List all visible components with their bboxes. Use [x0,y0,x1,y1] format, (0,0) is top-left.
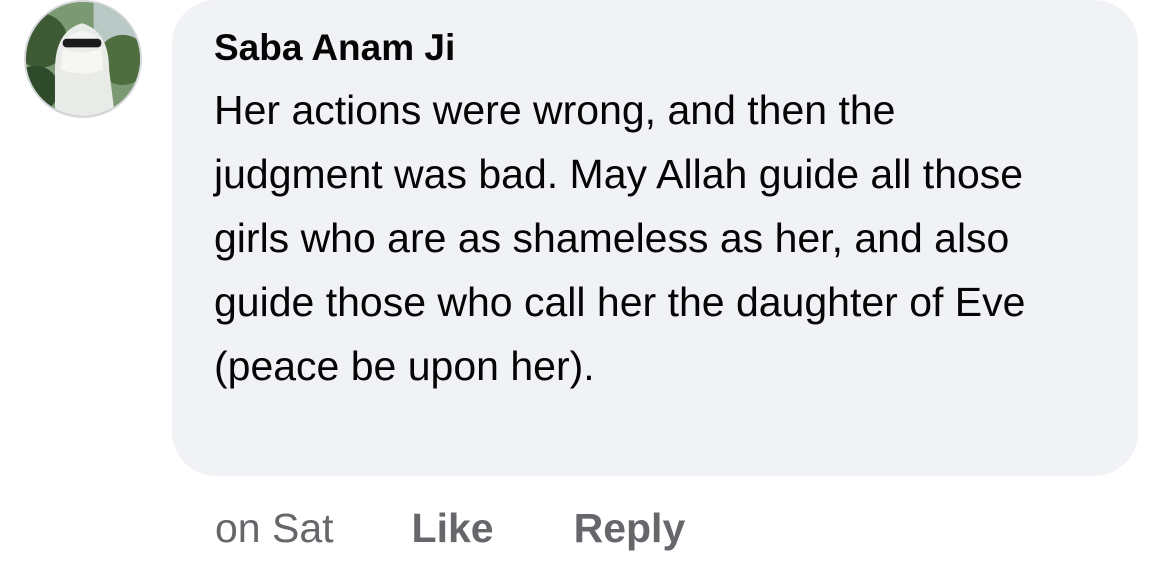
comment-timestamp[interactable]: on Sat [215,505,334,552]
like-button[interactable]: Like [412,505,494,552]
comment-author[interactable]: Saba Anam Ji [214,26,1098,70]
comment: Saba Anam Ji Her actions were wrong, and… [0,0,1170,580]
comment-actions: on Sat Like Reply [215,500,685,556]
avatar[interactable] [24,0,142,118]
profile-photo-icon [26,2,140,116]
comment-bubble: Saba Anam Ji Her actions were wrong, and… [172,0,1138,476]
comment-text: Her actions were wrong, and then the jud… [214,87,1026,389]
reply-button[interactable]: Reply [574,505,686,552]
